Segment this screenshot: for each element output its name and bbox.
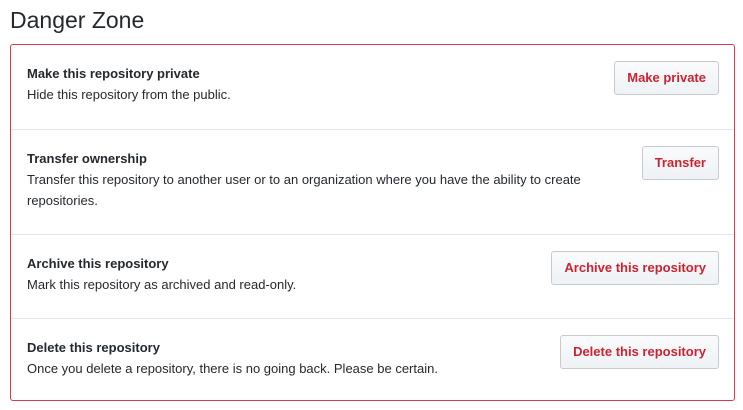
transfer-button[interactable]: Transfer [641, 146, 719, 180]
make-private-row: Make this repository private Hide this r… [11, 45, 734, 129]
archive-repository-button[interactable]: Archive this repository [551, 251, 719, 285]
danger-zone-box: Make this repository private Hide this r… [10, 44, 735, 401]
transfer-ownership-text: Transfer ownership Transfer this reposit… [27, 149, 627, 211]
archive-repository-description: Mark this repository as archived and rea… [27, 277, 297, 292]
archive-repository-heading: Archive this repository [27, 256, 169, 271]
archive-repository-text: Archive this repository Mark this reposi… [27, 254, 627, 295]
make-private-heading: Make this repository private [27, 66, 200, 81]
make-private-description: Hide this repository from the public. [27, 87, 231, 102]
transfer-ownership-heading: Transfer ownership [27, 151, 147, 166]
delete-repository-heading: Delete this repository [27, 340, 160, 355]
transfer-ownership-description: Transfer this repository to another user… [27, 172, 581, 208]
page-title: Danger Zone [10, 7, 145, 33]
make-private-button[interactable]: Make private [614, 61, 719, 95]
delete-repository-description: Once you delete a repository, there is n… [27, 361, 438, 376]
transfer-ownership-row: Transfer ownership Transfer this reposit… [11, 129, 734, 234]
delete-repository-text: Delete this repository Once you delete a… [27, 338, 627, 379]
delete-repository-row: Delete this repository Once you delete a… [11, 318, 734, 400]
delete-repository-button[interactable]: Delete this repository [560, 335, 719, 369]
make-private-text: Make this repository private Hide this r… [27, 64, 627, 105]
archive-repository-row: Archive this repository Mark this reposi… [11, 234, 734, 318]
